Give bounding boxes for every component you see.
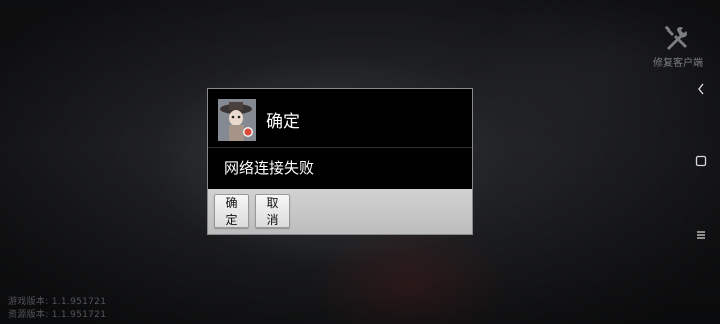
menu-button[interactable]	[690, 224, 712, 246]
game-version-text: 游戏版本: 1.1.951721	[8, 297, 107, 307]
tools-icon	[664, 26, 688, 50]
dialog-footer: 确定 取消	[208, 189, 472, 234]
ok-button[interactable]: 确定	[214, 194, 249, 228]
home-button[interactable]	[690, 150, 712, 172]
error-dialog: 确定 网络连接失败 确定 取消	[207, 88, 473, 235]
app-avatar	[218, 99, 256, 141]
resource-version-text: 资源版本: 1.1.951721	[8, 310, 107, 320]
back-button[interactable]	[690, 78, 712, 100]
dialog-header: 确定	[208, 89, 472, 148]
chevron-left-icon	[698, 83, 704, 95]
menu-icon	[697, 231, 705, 239]
square-icon	[695, 155, 707, 167]
dialog-message: 网络连接失败	[224, 159, 315, 177]
dialog-title: 确定	[266, 112, 300, 132]
repair-client-button[interactable]: 修复客户端	[648, 26, 708, 69]
repair-client-label: 修复客户端	[653, 58, 703, 69]
cancel-button[interactable]: 取消	[255, 194, 290, 228]
dialog-body: 网络连接失败	[208, 148, 472, 189]
